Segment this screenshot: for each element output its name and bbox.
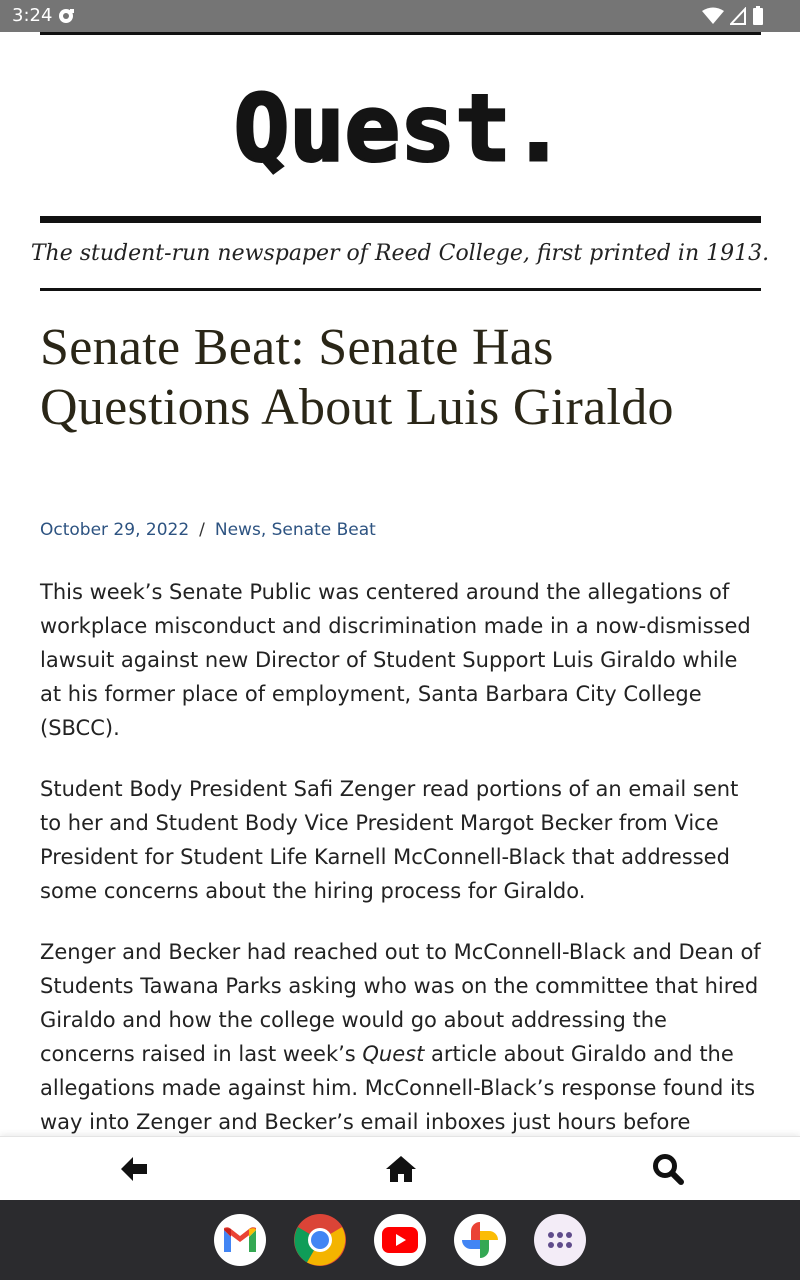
search-icon[interactable] xyxy=(648,1149,688,1189)
bottom-nav xyxy=(0,1136,800,1200)
tagline: The student-run newspaper of Reed Colleg… xyxy=(30,241,770,266)
header-thick-rule xyxy=(40,216,761,223)
notification-icon xyxy=(58,8,74,24)
paragraph: This week’s Senate Public was centered a… xyxy=(40,580,751,740)
paragraph: Student Body President Safi Zenger read … xyxy=(40,777,739,903)
category-senate-beat[interactable]: Senate Beat xyxy=(272,520,376,540)
app-drawer-icon[interactable] xyxy=(534,1214,586,1266)
gmail-icon[interactable] xyxy=(214,1214,266,1266)
status-icons xyxy=(702,6,764,30)
meta-separator: / xyxy=(199,520,205,540)
home-icon[interactable] xyxy=(381,1149,421,1189)
article-title: Senate Beat: Senate Has Questions About … xyxy=(40,319,674,436)
battery-icon xyxy=(752,6,764,30)
chrome-icon[interactable] xyxy=(294,1214,346,1266)
paragraph: Zenger and Becker had reached out to McC… xyxy=(40,935,762,1136)
header-top-rule xyxy=(40,32,761,35)
article-page[interactable]: Quest. The student-run newspaper of Reed… xyxy=(0,32,800,1136)
wifi-icon xyxy=(702,7,724,29)
article-meta: October 29, 2022 / News, Senate Beat xyxy=(40,520,376,540)
quest-reference: Quest xyxy=(362,1042,425,1066)
category-separator: , xyxy=(260,520,267,540)
back-arrow-icon[interactable] xyxy=(114,1149,154,1189)
category-news[interactable]: News xyxy=(215,520,261,540)
logo-text: Quest. xyxy=(234,75,566,182)
youtube-icon[interactable] xyxy=(374,1214,426,1266)
app-dock xyxy=(0,1200,800,1280)
article-body: This week’s Senate Public was centered a… xyxy=(40,575,762,1136)
status-time: 3:24 xyxy=(12,5,53,26)
status-bar: 3:24 xyxy=(0,0,800,32)
header-bottom-rule xyxy=(40,288,761,291)
photos-icon[interactable] xyxy=(454,1214,506,1266)
signal-icon xyxy=(728,6,746,29)
quest-logo[interactable]: Quest. xyxy=(0,72,800,186)
article-date[interactable]: October 29, 2022 xyxy=(40,520,189,540)
